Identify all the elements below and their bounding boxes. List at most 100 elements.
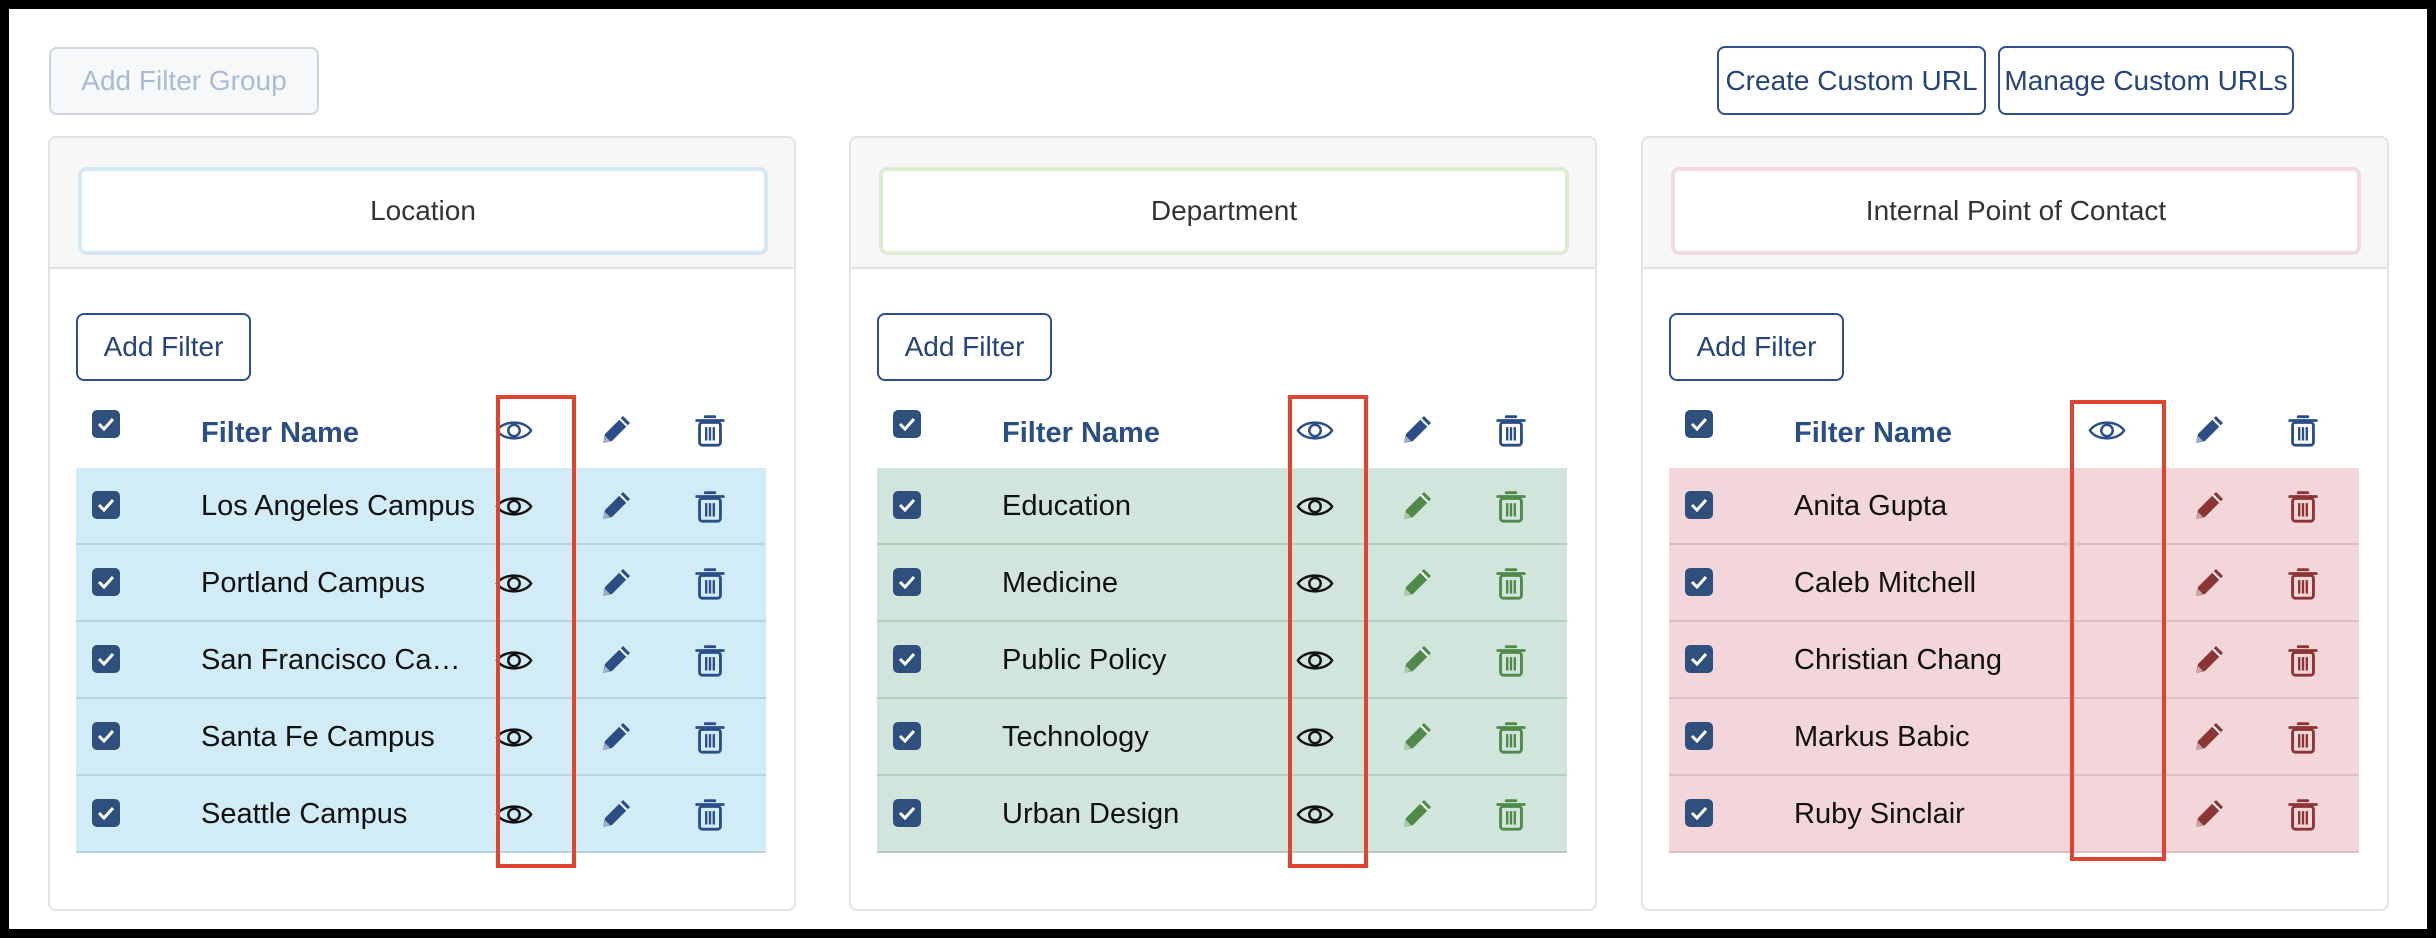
pencil-icon[interactable] <box>596 794 636 834</box>
eye-icon[interactable] <box>494 794 534 834</box>
row-checkbox[interactable] <box>1685 645 1713 673</box>
trash-icon[interactable] <box>690 794 730 834</box>
row-checkbox[interactable] <box>92 799 120 827</box>
add-filter-button[interactable]: Add Filter <box>1669 313 1844 381</box>
table-row: Anita Gupta <box>1669 468 2359 545</box>
pencil-icon[interactable] <box>2189 717 2229 757</box>
eye-icon[interactable] <box>494 563 534 603</box>
trash-icon[interactable] <box>690 563 730 603</box>
trash-icon[interactable] <box>2283 640 2323 680</box>
group-title-location[interactable]: Location <box>78 167 768 255</box>
eye-icon[interactable] <box>1295 717 1335 757</box>
column-header-filter-name: Filter Name <box>201 417 359 449</box>
row-checkbox[interactable] <box>92 645 120 673</box>
filter-name: Markus Babic <box>1794 721 1970 753</box>
check-icon <box>898 652 916 666</box>
manage-custom-urls-button[interactable]: Manage Custom URLs <box>1998 46 2294 115</box>
group-header: Department <box>851 138 1595 269</box>
trash-icon[interactable] <box>2283 717 2323 757</box>
row-checkbox[interactable] <box>1685 799 1713 827</box>
trash-icon[interactable] <box>690 717 730 757</box>
row-checkbox[interactable] <box>92 722 120 750</box>
pencil-icon[interactable] <box>2189 640 2229 680</box>
trash-icon[interactable] <box>1491 717 1531 757</box>
pencil-icon[interactable] <box>1397 640 1437 680</box>
pencil-icon[interactable] <box>2189 563 2229 603</box>
row-checkbox[interactable] <box>893 568 921 596</box>
eye-icon[interactable] <box>1295 486 1335 526</box>
check-icon <box>1690 652 1708 666</box>
filter-list: Los Angeles Campus Portland Campus San F… <box>76 468 766 853</box>
pencil-icon[interactable] <box>596 410 636 450</box>
filter-name: Christian Chang <box>1794 644 2002 676</box>
table-row: Caleb Mitchell <box>1669 545 2359 622</box>
trash-icon[interactable] <box>1491 486 1531 526</box>
trash-icon[interactable] <box>2283 794 2323 834</box>
pencil-icon[interactable] <box>596 717 636 757</box>
select-all-checkbox[interactable] <box>92 410 120 438</box>
group-title-internal-point-of-contact[interactable]: Internal Point of Contact <box>1671 167 2361 255</box>
create-custom-url-button[interactable]: Create Custom URL <box>1717 46 1986 115</box>
pencil-icon[interactable] <box>596 640 636 680</box>
check-icon <box>1690 417 1708 431</box>
trash-icon[interactable] <box>1491 563 1531 603</box>
trash-icon[interactable] <box>2283 486 2323 526</box>
trash-icon[interactable] <box>1491 640 1531 680</box>
filter-name: Portland Campus <box>201 567 426 599</box>
pencil-icon[interactable] <box>2189 794 2229 834</box>
eye-icon[interactable] <box>1295 563 1335 603</box>
table-row: Education <box>877 468 1567 545</box>
eye-icon[interactable] <box>2087 410 2127 450</box>
table-header: Filter Name <box>1669 393 2359 468</box>
pencil-icon[interactable] <box>2189 410 2229 450</box>
column-header-filter-name: Filter Name <box>1794 417 1952 449</box>
add-filter-button[interactable]: Add Filter <box>76 313 251 381</box>
trash-icon[interactable] <box>690 640 730 680</box>
check-icon <box>97 575 115 589</box>
row-checkbox[interactable] <box>1685 568 1713 596</box>
table-row: Markus Babic <box>1669 699 2359 776</box>
row-checkbox[interactable] <box>92 491 120 519</box>
row-checkbox[interactable] <box>1685 722 1713 750</box>
table-row: Los Angeles Campus <box>76 468 766 545</box>
trash-icon[interactable] <box>690 410 730 450</box>
select-all-checkbox[interactable] <box>893 410 921 438</box>
add-filter-group-button[interactable]: Add Filter Group <box>49 47 319 115</box>
trash-icon[interactable] <box>2283 410 2323 450</box>
eye-icon[interactable] <box>494 640 534 680</box>
pencil-icon[interactable] <box>2189 486 2229 526</box>
check-icon <box>898 498 916 512</box>
trash-icon[interactable] <box>1491 794 1531 834</box>
trash-icon[interactable] <box>690 486 730 526</box>
pencil-icon[interactable] <box>1397 717 1437 757</box>
pencil-icon[interactable] <box>1397 410 1437 450</box>
group-header: Internal Point of Contact <box>1643 138 2387 269</box>
filter-name: Medicine <box>1002 567 1119 599</box>
pencil-icon[interactable] <box>596 486 636 526</box>
row-checkbox[interactable] <box>893 491 921 519</box>
add-filter-button[interactable]: Add Filter <box>877 313 1052 381</box>
row-checkbox[interactable] <box>893 645 921 673</box>
row-checkbox[interactable] <box>1685 491 1713 519</box>
group-title-department[interactable]: Department <box>879 167 1569 255</box>
pencil-icon[interactable] <box>1397 563 1437 603</box>
eye-icon[interactable] <box>1295 410 1335 450</box>
eye-icon[interactable] <box>1295 640 1335 680</box>
pencil-icon[interactable] <box>1397 486 1437 526</box>
pencil-icon[interactable] <box>1397 794 1437 834</box>
eye-icon[interactable] <box>1295 794 1335 834</box>
filter-name: Los Angeles Campus <box>201 490 476 522</box>
row-checkbox[interactable] <box>92 568 120 596</box>
pencil-icon[interactable] <box>596 563 636 603</box>
eye-icon[interactable] <box>494 717 534 757</box>
check-icon <box>97 806 115 820</box>
eye-icon[interactable] <box>494 486 534 526</box>
select-all-checkbox[interactable] <box>1685 410 1713 438</box>
row-checkbox[interactable] <box>893 799 921 827</box>
table-row: Seattle Campus <box>76 776 766 853</box>
eye-icon[interactable] <box>494 410 534 450</box>
filter-name: Santa Fe Campus <box>201 721 435 753</box>
trash-icon[interactable] <box>1491 410 1531 450</box>
row-checkbox[interactable] <box>893 722 921 750</box>
trash-icon[interactable] <box>2283 563 2323 603</box>
